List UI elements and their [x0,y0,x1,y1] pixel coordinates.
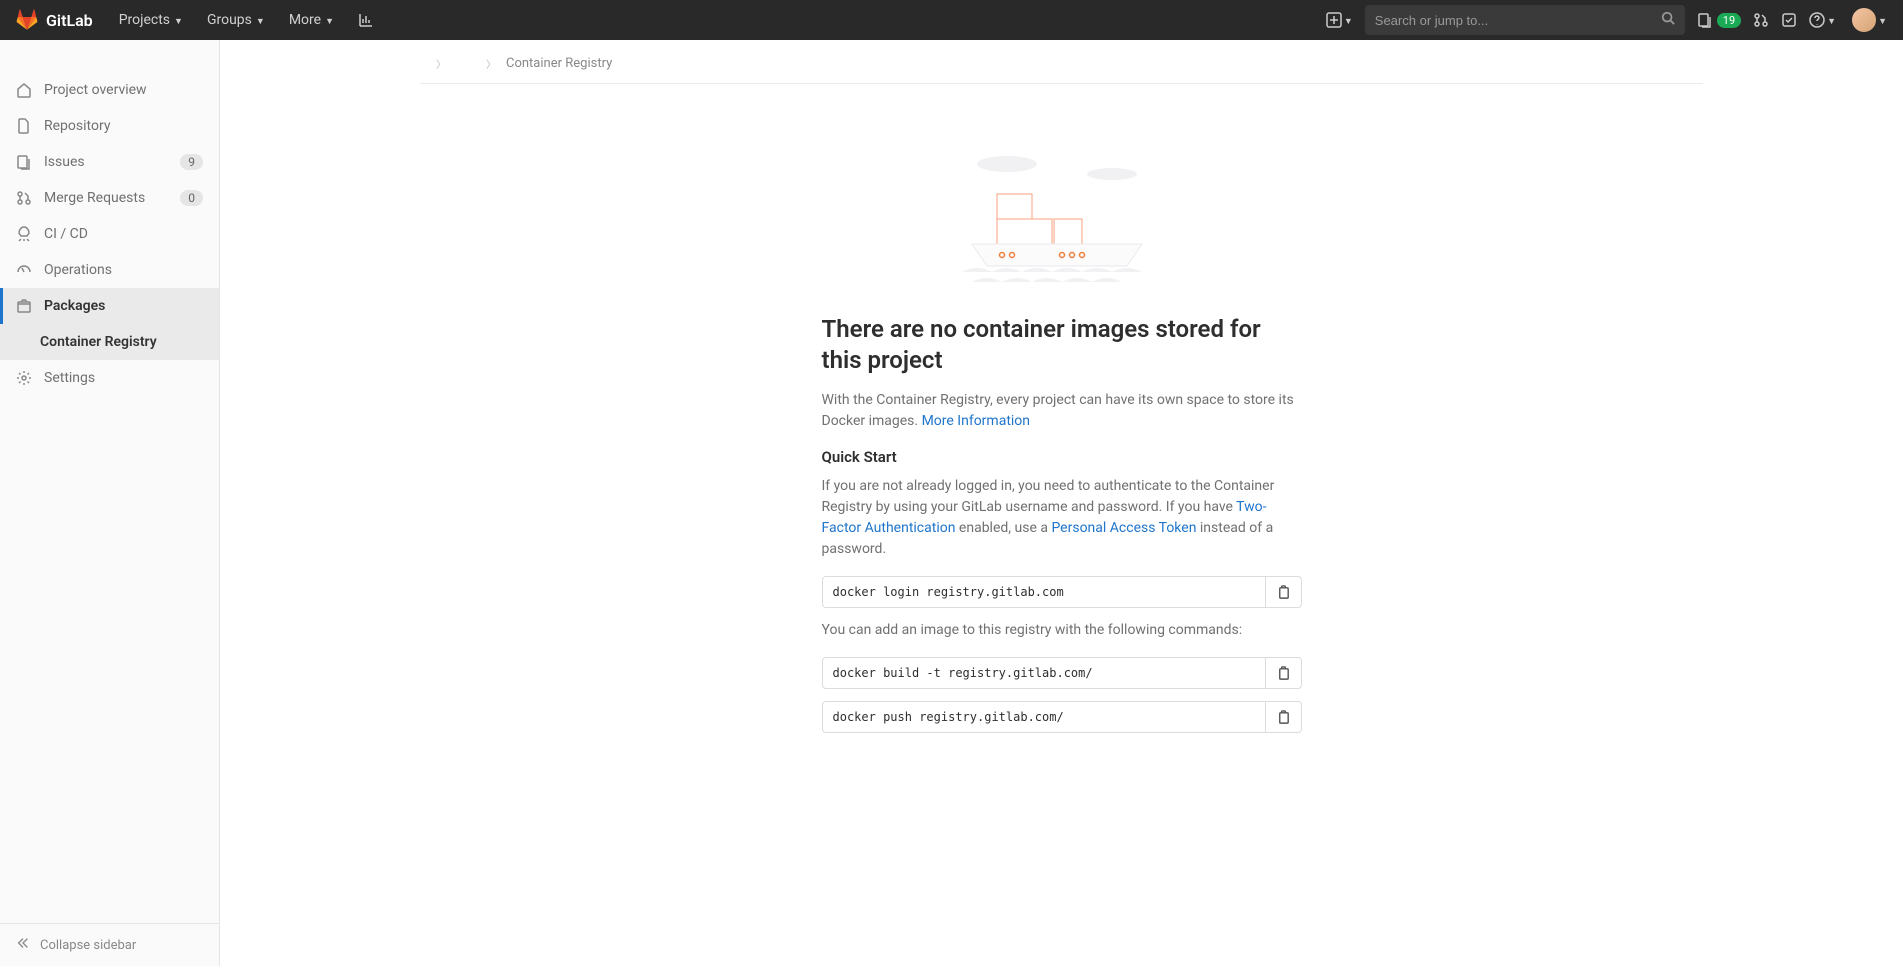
nav-groups[interactable]: Groups▼ [197,0,275,40]
container-ship-illustration [932,144,1192,294]
search-input[interactable] [1375,13,1661,28]
mr-count-badge: 0 [180,190,203,206]
issue-icon [16,154,32,170]
chevron-down-icon: ▼ [1878,16,1887,27]
auth-text: If you are not already logged in, you ne… [822,476,1302,560]
sidebar-item-operations[interactable]: Operations [0,252,219,288]
brand-text: GitLab [46,11,93,30]
merge-requests-shortcut[interactable] [1753,12,1769,28]
collapse-icon [16,936,30,954]
collapse-sidebar[interactable]: Collapse sidebar [0,923,219,966]
layout: Project overview Repository Issues 9 Mer… [0,40,1903,966]
help-menu[interactable]: ▼ [1809,12,1836,28]
navbar-right: ▼ 19 ▼ ▼ [1326,5,1887,35]
more-info-link[interactable]: More Information [922,413,1030,429]
user-menu[interactable]: ▼ [1848,8,1887,32]
clipboard-icon [1276,666,1291,681]
chevron-right-icon: 〉 [436,56,446,71]
breadcrumb: 〉 〉 Container Registry [420,40,1703,84]
top-navbar: GitLab Projects▼ Groups▼ More▼ ▼ 19 [0,0,1903,40]
sidebar-nav: Project overview Repository Issues 9 Mer… [0,40,219,923]
clipboard-icon [1276,585,1291,600]
chevron-down-icon: ▼ [174,16,183,27]
nav-projects[interactable]: Projects▼ [109,0,193,40]
chart-icon [358,12,374,28]
search-icon [1661,11,1675,29]
nav-more[interactable]: More▼ [279,0,344,40]
plus-menu[interactable]: ▼ [1326,12,1353,28]
chevron-down-icon: ▼ [256,16,265,27]
push-command: docker push registry.gitlab.com/ [822,701,1266,733]
issue-icon [1697,12,1713,28]
build-command-row: docker build -t registry.gitlab.com/ [822,657,1302,689]
nav-activity[interactable] [348,0,384,40]
navbar-left: GitLab Projects▼ Groups▼ More▼ [16,0,384,40]
package-icon [16,298,32,314]
gear-icon [16,370,32,386]
sidebar: Project overview Repository Issues 9 Mer… [0,40,220,966]
gitlab-icon [16,9,38,31]
login-command: docker login registry.gitlab.com [822,576,1266,608]
gauge-icon [16,262,32,278]
sidebar-item-settings[interactable]: Settings [0,360,219,396]
sidebar-subitem-container-registry[interactable]: Container Registry [0,324,219,360]
content: 〉 〉 Container Registry There are [220,40,1903,966]
todo-icon [1781,12,1797,28]
avatar [1852,8,1876,32]
sidebar-item-merge-requests[interactable]: Merge Requests 0 [0,180,219,216]
sidebar-item-cicd[interactable]: CI / CD [0,216,219,252]
gitlab-logo[interactable]: GitLab [16,9,93,31]
login-command-row: docker login registry.gitlab.com [822,576,1302,608]
sidebar-item-issues[interactable]: Issues 9 [0,144,219,180]
plus-square-icon [1326,12,1342,28]
empty-state: There are no container images stored for… [802,144,1322,733]
build-command: docker build -t registry.gitlab.com/ [822,657,1266,689]
merge-request-icon [1753,12,1769,28]
add-image-text: You can add an image to this registry wi… [822,620,1302,641]
empty-heading: There are no container images stored for… [822,314,1302,376]
issues-badge: 19 [1717,13,1741,28]
push-command-row: docker push registry.gitlab.com/ [822,701,1302,733]
home-icon [16,82,32,98]
todos-shortcut[interactable] [1781,12,1797,28]
issues-count-badge: 9 [180,154,203,170]
issues-shortcut[interactable]: 19 [1697,12,1741,28]
chevron-down-icon: ▼ [1344,16,1353,27]
intro-text: With the Container Registry, every proje… [822,390,1302,432]
copy-build-button[interactable] [1266,657,1302,689]
sidebar-item-packages[interactable]: Packages [0,288,219,324]
breadcrumb-current: Container Registry [506,56,612,71]
chevron-down-icon: ▼ [325,16,334,27]
copy-push-button[interactable] [1266,701,1302,733]
file-icon [16,118,32,134]
chevron-down-icon: ▼ [1827,16,1836,27]
chevron-right-icon: 〉 [486,56,496,71]
pat-link[interactable]: Personal Access Token [1051,520,1196,536]
rocket-icon [16,226,32,242]
question-icon [1809,12,1825,28]
search-box[interactable] [1365,5,1685,35]
clipboard-icon [1276,710,1291,725]
sidebar-item-overview[interactable]: Project overview [0,72,219,108]
sidebar-item-repository[interactable]: Repository [0,108,219,144]
copy-login-button[interactable] [1266,576,1302,608]
sidebar-sub: Container Registry [0,324,219,360]
merge-request-icon [16,190,32,206]
quick-start-heading: Quick Start [822,448,1302,466]
